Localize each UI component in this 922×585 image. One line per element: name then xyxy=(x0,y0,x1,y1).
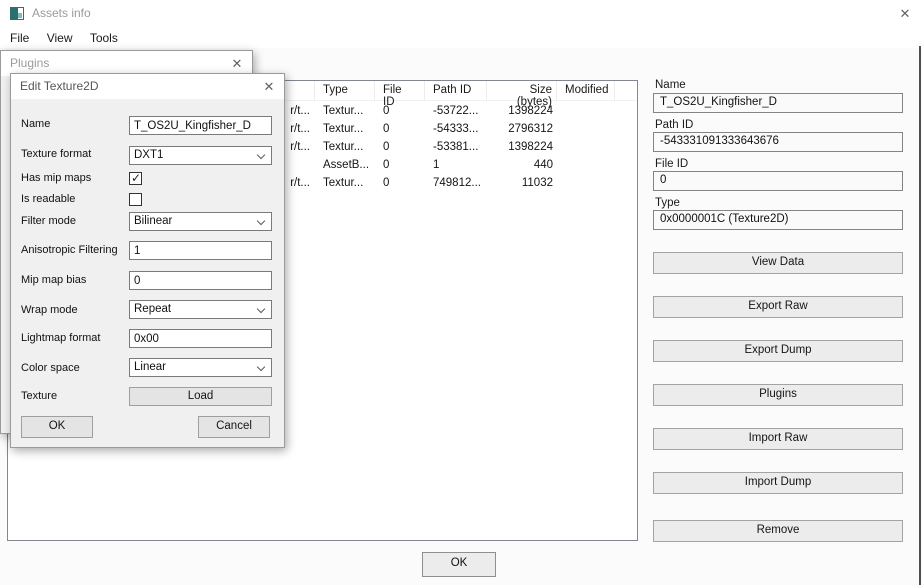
lightmap-format-label: Lightmap format xyxy=(21,332,101,344)
cell-path-id: 749812... xyxy=(433,177,481,189)
menu-view[interactable]: View xyxy=(40,28,80,48)
texture-format-label: Texture format xyxy=(21,148,92,160)
cell-path-id: -54333... xyxy=(433,123,479,135)
name-label: Name xyxy=(655,79,686,91)
wrap-mode-value: Repeat xyxy=(134,303,172,315)
close-icon[interactable]: ✕ xyxy=(226,53,248,75)
texture-format-select[interactable]: DXT1 xyxy=(129,146,272,165)
edit-texture2d-dialog: Edit Texture2D ✕ Name Texture format DXT… xyxy=(10,73,285,448)
name-field[interactable]: T_OS2U_Kingfisher_D xyxy=(653,93,903,113)
path-id-field[interactable]: -543331091333643676 xyxy=(653,132,903,152)
cell-size: 1398224 xyxy=(508,141,553,153)
column-header-path-id[interactable]: Path ID xyxy=(425,81,487,101)
import-raw-button[interactable]: Import Raw xyxy=(653,428,903,450)
cell-modified xyxy=(557,175,615,193)
lightmap-format-input[interactable] xyxy=(129,329,272,348)
edit-dialog-title: Edit Texture2D xyxy=(20,79,99,93)
import-dump-button[interactable]: Import Dump xyxy=(653,472,903,494)
chevron-down-icon xyxy=(256,150,266,160)
cell-modified xyxy=(557,157,615,175)
cell-size: 2796312 xyxy=(508,123,553,135)
cell-file-id: 0 xyxy=(383,141,390,153)
type-field[interactable]: 0x0000001C (Texture2D) xyxy=(653,210,903,230)
menu-tools[interactable]: Tools xyxy=(83,28,125,48)
is-readable-checkbox[interactable] xyxy=(129,193,142,206)
chevron-down-icon xyxy=(256,304,266,314)
cell-file-id: 0 xyxy=(383,159,390,171)
cell-type: Textur... xyxy=(323,105,364,117)
app-icon xyxy=(10,7,24,20)
filter-mode-select[interactable]: Bilinear xyxy=(129,212,272,231)
ok-button-main[interactable]: OK xyxy=(422,552,496,577)
plugins-button[interactable]: Plugins xyxy=(653,384,903,406)
path-id-label: Path ID xyxy=(655,119,694,131)
anisotropic-filtering-label: Anisotropic Filtering xyxy=(21,244,118,256)
close-icon[interactable]: ✕ xyxy=(894,3,916,25)
column-header-file-id[interactable]: File ID xyxy=(375,81,425,108)
file-id-label: File ID xyxy=(655,158,689,170)
name-field-label: Name xyxy=(21,118,51,130)
ok-button-dialog[interactable]: OK xyxy=(21,416,93,438)
close-icon[interactable]: ✕ xyxy=(258,76,280,98)
cell-type: AssetB... xyxy=(323,159,370,171)
cell-modified xyxy=(557,139,615,157)
is-readable-label: Is readable xyxy=(21,193,76,205)
cell-path-id: -53381... xyxy=(433,141,479,153)
cell-path-id: -53722... xyxy=(433,105,479,117)
export-raw-button[interactable]: Export Raw xyxy=(653,296,903,318)
wrap-mode-label: Wrap mode xyxy=(21,304,78,316)
plugins-window-title: Plugins xyxy=(10,56,50,70)
has-mip-maps-checkbox[interactable] xyxy=(129,171,142,185)
mip-map-bias-input[interactable] xyxy=(129,271,272,290)
cell-type: Textur... xyxy=(323,177,364,189)
cell-modified xyxy=(557,121,615,139)
file-id-field[interactable]: 0 xyxy=(653,171,903,191)
cancel-button-dialog[interactable]: Cancel xyxy=(198,416,270,438)
color-space-value: Linear xyxy=(134,361,166,373)
load-button[interactable]: Load xyxy=(129,387,272,406)
name-input[interactable] xyxy=(129,116,272,135)
cell-size: 11032 xyxy=(521,177,553,189)
title-bar: Assets info ✕ xyxy=(0,0,922,28)
view-data-button[interactable]: View Data xyxy=(653,252,903,274)
cell-size: 1398224 xyxy=(508,105,553,117)
anisotropic-filtering-input[interactable] xyxy=(129,241,272,260)
cell-type: Textur... xyxy=(323,123,364,135)
has-mip-maps-label: Has mip maps xyxy=(21,172,92,184)
type-label: Type xyxy=(655,197,680,209)
window-title: Assets info xyxy=(32,6,91,20)
remove-button[interactable]: Remove xyxy=(653,520,903,542)
filter-mode-label: Filter mode xyxy=(21,215,77,227)
cell-type: Textur... xyxy=(323,141,364,153)
export-dump-button[interactable]: Export Dump xyxy=(653,340,903,362)
window-right-border xyxy=(919,46,921,585)
color-space-select[interactable]: Linear xyxy=(129,358,272,377)
column-header-modified[interactable]: Modified xyxy=(557,81,615,101)
texture-label: Texture xyxy=(21,390,58,402)
column-header-type[interactable]: Type xyxy=(315,81,375,101)
cell-size: 440 xyxy=(533,159,553,171)
chevron-down-icon xyxy=(256,216,266,226)
wrap-mode-select[interactable]: Repeat xyxy=(129,300,272,319)
cell-file-id: 0 xyxy=(383,105,390,117)
column-header-size[interactable]: Size (bytes) xyxy=(487,81,557,108)
cell-modified xyxy=(557,103,615,121)
texture-format-value: DXT1 xyxy=(134,149,164,161)
menu-bar: File View Tools xyxy=(0,28,922,48)
chevron-down-icon xyxy=(256,362,266,372)
assets-info-window: Assets info ✕ File View Tools Type File … xyxy=(0,0,922,585)
mip-map-bias-label: Mip map bias xyxy=(21,274,87,286)
color-space-label: Color space xyxy=(21,362,80,374)
cell-path-id: 1 xyxy=(433,159,440,171)
filter-mode-value: Bilinear xyxy=(134,215,173,227)
cell-file-id: 0 xyxy=(383,123,390,135)
menu-file[interactable]: File xyxy=(3,28,36,48)
edit-dialog-title-bar: Edit Texture2D ✕ xyxy=(11,74,284,100)
cell-file-id: 0 xyxy=(383,177,390,189)
